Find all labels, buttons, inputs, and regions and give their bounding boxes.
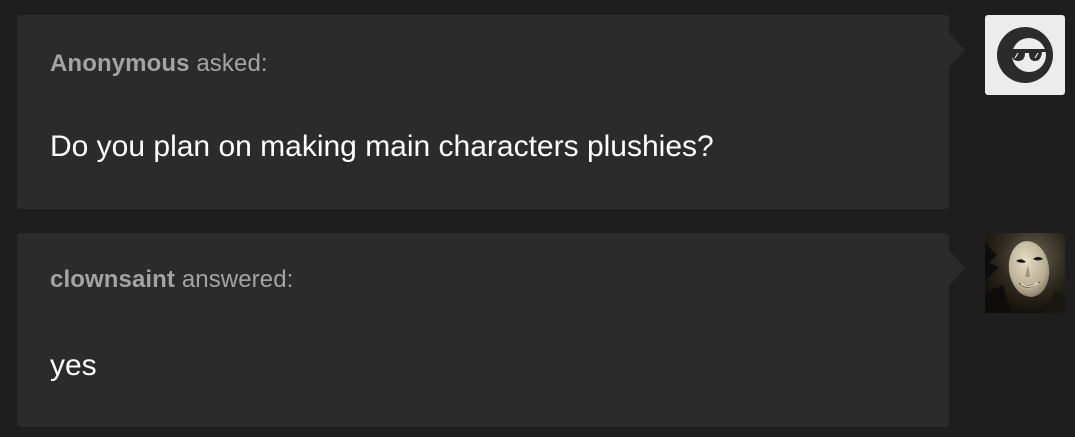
asker-username: Anonymous — [50, 50, 190, 77]
answer-card: clownsaint answered: yes — [17, 233, 965, 427]
answer-attribution: clownsaint answered: — [50, 266, 293, 294]
answer-text: yes — [50, 349, 97, 382]
clownsaint-mask-avatar — [985, 233, 1065, 313]
clownsaint-avatar[interactable] — [985, 233, 1065, 313]
answer-verb: answered: — [181, 266, 294, 293]
ask-card: Anonymous asked: Do you plan on making m… — [17, 15, 965, 209]
anonymous-sunglasses-icon — [997, 27, 1053, 83]
ask-attribution: Anonymous asked: — [50, 50, 268, 78]
anonymous-avatar — [985, 15, 1065, 95]
ask-verb: asked: — [196, 50, 268, 77]
ask-answer-thread: Anonymous asked: Do you plan on making m… — [0, 0, 1075, 437]
answerer-username[interactable]: clownsaint — [50, 266, 175, 293]
answer-card-pointer — [949, 251, 965, 285]
question-text: Do you plan on making main characters pl… — [50, 130, 714, 163]
ask-card-pointer — [949, 33, 965, 67]
